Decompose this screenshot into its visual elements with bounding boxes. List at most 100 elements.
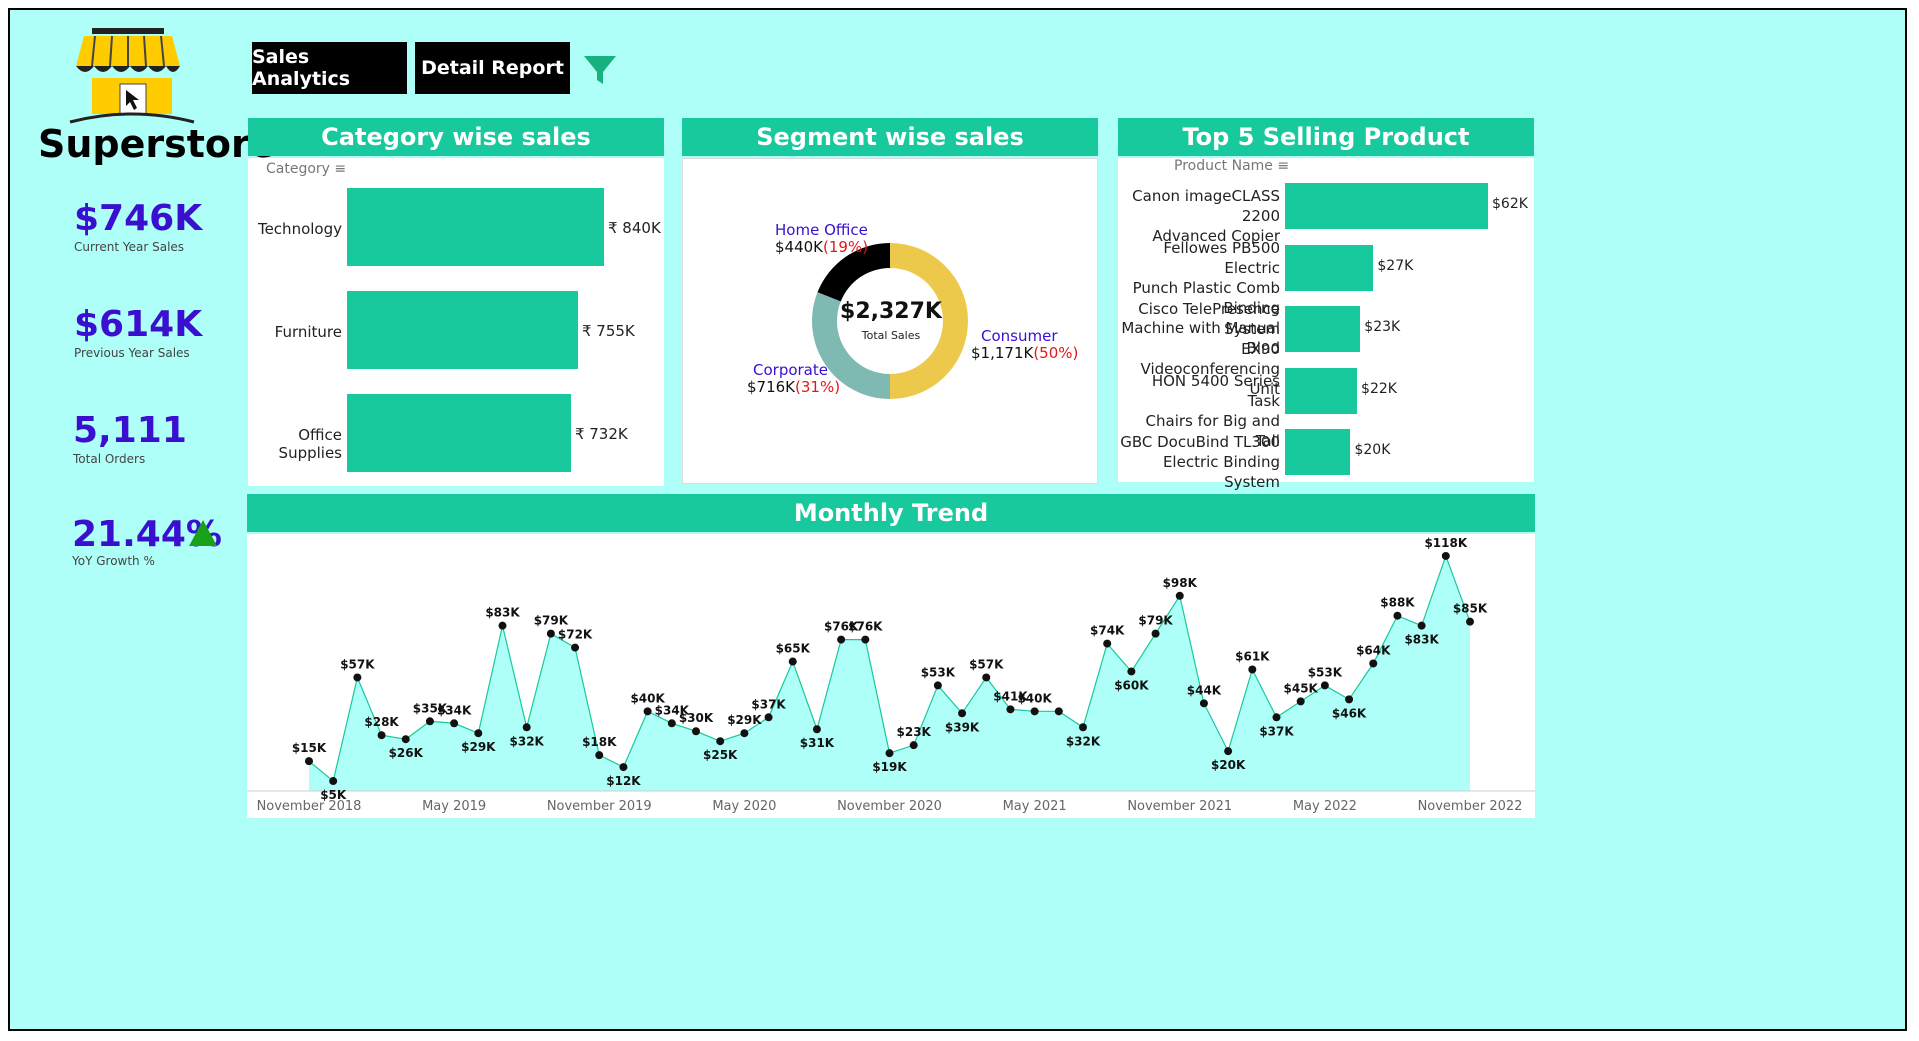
trend-point <box>425 717 434 726</box>
trend-point <box>1127 667 1136 676</box>
trend-point <box>1151 629 1160 638</box>
trend-point-label: $40K <box>1017 691 1052 705</box>
previous-year-sales-label: Previous Year Sales <box>74 346 190 360</box>
trend-point <box>692 727 700 736</box>
trend-point-label: $18K <box>582 735 617 749</box>
store-logo <box>69 28 195 124</box>
trend-point <box>329 777 338 786</box>
trend-point <box>861 635 870 644</box>
product-label-line: Canon imageCLASS 2200 <box>1132 187 1280 225</box>
trend-point <box>353 673 362 682</box>
trend-point-label: $37K <box>1259 724 1294 738</box>
current-year-sales-value: $746K <box>74 198 203 239</box>
trend-point <box>1417 621 1426 630</box>
trend-point-label: $15K <box>292 741 327 755</box>
trend-point-label: $46K <box>1332 706 1367 720</box>
sort-icon[interactable]: ≡ <box>1277 158 1289 174</box>
trend-point-label: $34K <box>437 703 472 717</box>
trend-point <box>377 731 386 740</box>
trend-point-label: $28K <box>364 715 399 729</box>
sales-analytics-button[interactable]: Sales Analytics <box>252 42 407 94</box>
segment-name-consumer: Consumer <box>981 327 1058 345</box>
trend-point <box>958 709 967 718</box>
trend-point-label: $76K <box>848 620 883 634</box>
trend-point-label: $45K <box>1284 681 1319 695</box>
category-label: Office Supplies <box>278 426 342 462</box>
product-bar <box>1285 367 1358 414</box>
trend-point-label: $79K <box>534 614 569 628</box>
segment-pct-corporate: (31%) <box>795 378 841 396</box>
trend-point-label: $57K <box>340 657 375 671</box>
trend-point <box>522 723 531 732</box>
trend-point-label: $118K <box>1424 536 1467 550</box>
trend-point-label: $64K <box>1356 644 1391 658</box>
trend-point <box>1199 699 1208 708</box>
yoy-growth-label: YoY Growth % <box>72 554 155 568</box>
segment-value-corporate: $716K <box>747 378 796 396</box>
product-bar-value: $22K <box>1361 380 1397 397</box>
total-sales-label: Total Sales <box>861 329 921 342</box>
trend-point <box>1030 707 1039 716</box>
app-title: Superstore <box>38 122 276 166</box>
trend-point <box>1345 695 1354 704</box>
trend-point <box>837 635 846 644</box>
x-tick-label: May 2019 <box>422 799 486 814</box>
category-bar-value: ₹ 755K <box>581 322 635 340</box>
trend-point-label: $85K <box>1453 602 1488 616</box>
category-panel-title: Category wise sales <box>248 118 664 156</box>
segment-pct-home-office: (19%) <box>823 238 869 256</box>
product-bar-value: $20K <box>1354 442 1391 458</box>
trend-point-label: $29K <box>461 740 496 754</box>
trend-point-label: $31K <box>800 736 835 750</box>
product-label-line: Cisco TelePresence System <box>1138 300 1280 338</box>
trend-point-label: $32K <box>1066 734 1101 748</box>
trend-point-label: $79K <box>1138 614 1173 628</box>
product-bar <box>1285 429 1351 475</box>
trend-point <box>740 729 749 738</box>
segment-name-home-office: Home Office <box>775 221 868 239</box>
trend-point-label: $74K <box>1090 624 1125 638</box>
trend-point <box>1466 617 1474 626</box>
trend-point-label: $44K <box>1187 683 1222 697</box>
category-bar <box>347 394 571 472</box>
trend-point-label: $19K <box>872 760 907 774</box>
category-panel: Category ≡ Technology ₹ 840K Furniture ₹ 75… <box>248 158 664 486</box>
trend-point-label: $29K <box>727 713 762 727</box>
trend-point <box>716 737 725 746</box>
trend-point <box>909 741 918 750</box>
growth-up-arrow-icon <box>189 520 217 546</box>
trend-point <box>812 725 821 734</box>
category-bar-value: ₹ 840K <box>608 219 661 237</box>
trend-panel-title: Monthly Trend <box>247 494 1535 532</box>
detail-report-button[interactable]: Detail Report <box>415 42 570 94</box>
trend-point <box>1248 665 1257 674</box>
x-tick-label: November 2022 <box>1418 799 1523 814</box>
product-bar <box>1285 306 1361 352</box>
product-field-label: Product Name <box>1174 158 1273 174</box>
product-panel-title: Top 5 Selling Product <box>1118 118 1534 156</box>
trend-point-label: $12K <box>606 774 641 788</box>
x-tick-label: November 2020 <box>837 799 942 814</box>
segment-panel: $2,327K Total Sales Home Office $440K(19… <box>682 158 1098 484</box>
category-bar-value: ₹ 732K <box>574 425 628 443</box>
total-orders-label: Total Orders <box>73 452 146 466</box>
trend-point <box>1272 713 1281 722</box>
product-label-line: Fellowes PB500 Electric <box>1163 238 1280 277</box>
x-tick-label: November 2019 <box>547 799 652 814</box>
product-label-line: GBC DocuBind TL300 <box>1120 433 1280 451</box>
product-bar-value: $27K <box>1377 257 1414 274</box>
product-label: GBC DocuBind TL300 Electric Binding Syste… <box>1118 432 1280 492</box>
trend-point <box>546 629 555 638</box>
trend-point-label: $83K <box>485 606 520 620</box>
trend-point-label: $32K <box>510 734 545 748</box>
trend-point <box>1006 705 1015 714</box>
filter-icon[interactable] <box>582 52 618 88</box>
category-field-label: Category <box>266 161 330 177</box>
trend-point <box>885 749 894 758</box>
trend-point-label: $60K <box>1114 678 1149 692</box>
product-label-line: Electric Binding System <box>1162 453 1280 491</box>
trend-point <box>498 621 507 630</box>
sort-icon[interactable]: ≡ <box>334 161 346 177</box>
trend-point-label: $26K <box>389 746 424 760</box>
trend-point-label: $39K <box>945 720 980 734</box>
